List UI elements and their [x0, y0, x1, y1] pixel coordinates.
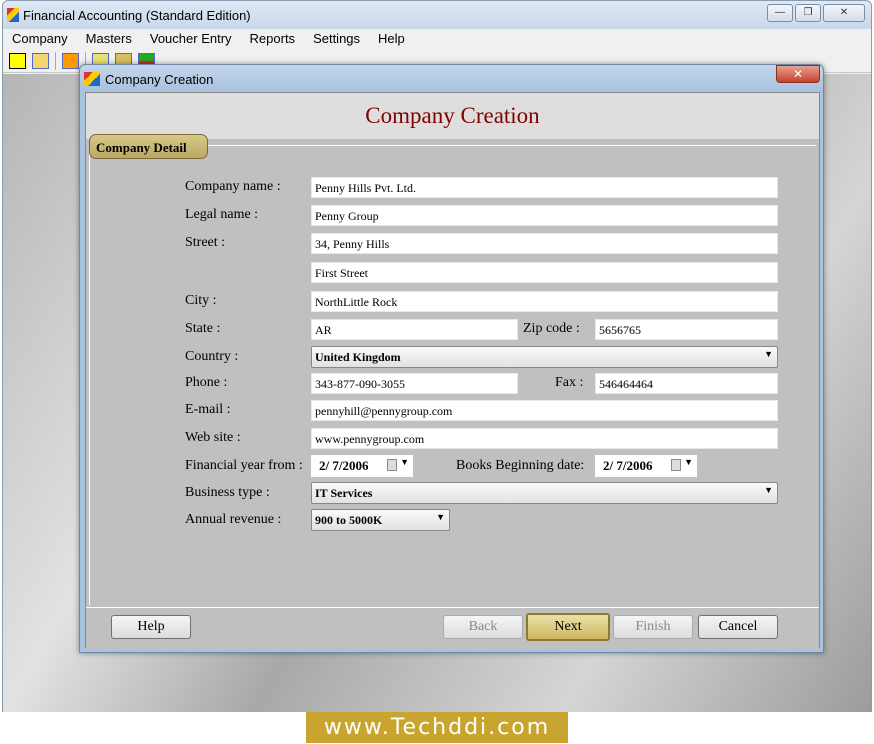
zip-code-label: Zip code :: [523, 321, 580, 336]
back-button[interactable]: Back: [443, 615, 523, 639]
menu-settings[interactable]: Settings: [304, 29, 369, 49]
books-beginning-date-picker[interactable]: 2/ 7/2006 ▼: [595, 455, 697, 477]
company-creation-dialog: Company Creation ✕ Company Creation Comp…: [79, 64, 824, 653]
legal-name-input[interactable]: Penny Group: [311, 205, 778, 226]
city-label: City :: [185, 293, 217, 308]
help-button[interactable]: Help: [111, 615, 191, 639]
title-bar: Financial Accounting (Standard Edition): [3, 1, 871, 29]
menu-help[interactable]: Help: [369, 29, 414, 49]
close-button[interactable]: ✕: [823, 4, 865, 22]
financial-year-date-picker[interactable]: 2/ 7/2006 ▼: [311, 455, 413, 477]
chevron-down-icon: ▼: [764, 349, 773, 359]
watermark-logo: www.Techddi.com: [298, 712, 576, 743]
annual-revenue-value: 900 to 5000K: [315, 513, 383, 527]
street-input-1[interactable]: 34, Penny Hills: [311, 233, 778, 254]
cancel-button[interactable]: Cancel: [698, 615, 778, 639]
menu-company[interactable]: Company: [3, 29, 77, 49]
website-label: Web site :: [185, 430, 241, 445]
city-input[interactable]: NorthLittle Rock: [311, 291, 778, 312]
finish-button[interactable]: Finish: [613, 615, 693, 639]
menu-bar: Company Masters Voucher Entry Reports Se…: [3, 29, 871, 49]
fax-input[interactable]: 546464464: [595, 373, 778, 394]
business-type-value: IT Services: [315, 486, 373, 500]
toolbar-separator: [55, 51, 56, 70]
website-input[interactable]: www.pennygroup.com: [311, 428, 778, 449]
chevron-down-icon: ▼: [684, 457, 693, 467]
annual-revenue-label: Annual revenue :: [185, 512, 282, 527]
dialog-icon: [84, 72, 100, 86]
company-name-input[interactable]: Penny Hills Pvt. Ltd.: [311, 177, 778, 198]
app-icon: [7, 8, 19, 22]
chevron-down-icon: ▼: [436, 512, 445, 522]
business-type-label: Business type :: [185, 485, 270, 500]
state-label: State :: [185, 321, 221, 336]
street-label: Street :: [185, 235, 226, 250]
books-beginning-value: 2/ 7/2006: [603, 458, 653, 473]
calendar-icon: [671, 459, 681, 471]
new-icon[interactable]: [9, 52, 26, 69]
state-input[interactable]: AR: [311, 319, 518, 340]
phone-input[interactable]: 343-877-090-3055: [311, 373, 518, 394]
maximize-button[interactable]: ❐: [795, 4, 821, 22]
street-input-2[interactable]: First Street: [311, 262, 778, 283]
chevron-down-icon: ▼: [764, 485, 773, 495]
email-input[interactable]: pennyhill@pennygroup.com: [311, 400, 778, 421]
annual-revenue-select[interactable]: 900 to 5000K ▼: [311, 509, 450, 531]
country-value: United Kingdom: [315, 350, 401, 364]
phone-label: Phone :: [185, 375, 228, 390]
company-name-label: Company name :: [185, 179, 281, 194]
minimize-button[interactable]: —: [767, 4, 793, 22]
legal-name-label: Legal name :: [185, 207, 259, 222]
next-button[interactable]: Next: [526, 613, 610, 641]
group-legend: Company Detail: [89, 134, 208, 159]
financial-year-value: 2/ 7/2006: [319, 458, 369, 473]
app-title: Financial Accounting (Standard Edition): [23, 7, 251, 23]
financial-year-label: Financial year from :: [185, 458, 303, 473]
page-title: Company Creation: [86, 93, 819, 139]
menu-masters[interactable]: Masters: [77, 29, 141, 49]
dialog-title: Company Creation: [105, 71, 214, 87]
zip-code-input[interactable]: 5656765: [595, 319, 778, 340]
button-bar: Help Back Next Finish Cancel: [86, 607, 819, 649]
email-label: E-mail :: [185, 402, 231, 417]
business-type-select[interactable]: IT Services ▼: [311, 482, 778, 504]
menu-reports[interactable]: Reports: [241, 29, 305, 49]
chevron-down-icon: ▼: [400, 457, 409, 467]
calendar-grid-icon[interactable]: [62, 52, 79, 69]
country-select[interactable]: United Kingdom ▼: [311, 346, 778, 368]
country-label: Country :: [185, 349, 239, 364]
dialog-close-button[interactable]: ✕: [776, 65, 820, 83]
open-icon[interactable]: [32, 52, 49, 69]
fax-label: Fax :: [555, 375, 584, 390]
menu-voucher-entry[interactable]: Voucher Entry: [141, 29, 241, 49]
calendar-icon: [387, 459, 397, 471]
books-beginning-label: Books Beginning date:: [456, 458, 585, 473]
